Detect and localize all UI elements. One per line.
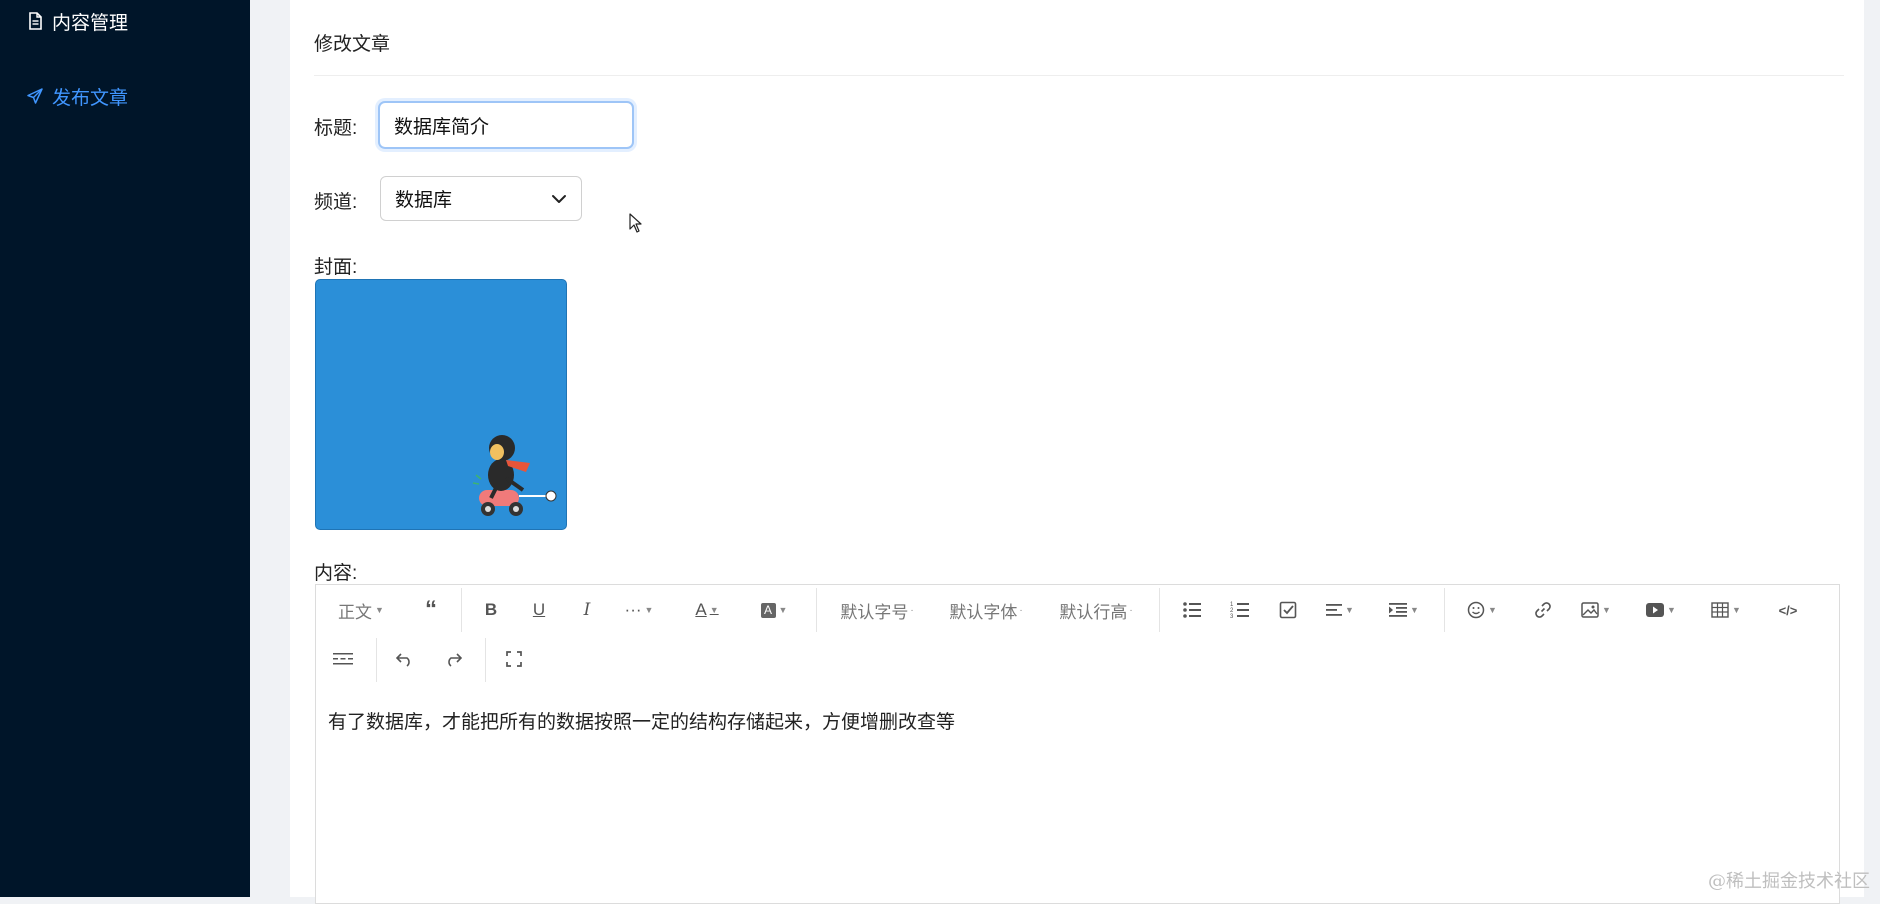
content-label: 内容: xyxy=(314,563,358,584)
cover-label: 封面: xyxy=(314,257,358,278)
font-color-icon[interactable]: A ▼ xyxy=(687,593,727,627)
toolbar-divider xyxy=(376,638,377,682)
code-icon[interactable]: </> xyxy=(1773,593,1803,627)
sidebar-item-publish-article[interactable]: 发布文章 xyxy=(26,81,128,111)
font-family-select[interactable]: 默认字体 · xyxy=(942,593,1030,627)
bulleted-list-icon[interactable] xyxy=(1177,593,1207,627)
chevron-down-icon xyxy=(551,188,567,210)
more-icon[interactable]: ··· ▼ xyxy=(619,593,659,627)
line-height-select[interactable]: 默认行高 · xyxy=(1052,593,1140,627)
todo-checkbox-icon[interactable] xyxy=(1273,593,1303,627)
font-size-select-label: 默认字号 xyxy=(840,602,909,622)
divider-line-icon[interactable] xyxy=(328,642,358,676)
underline-icon[interactable]: U xyxy=(524,593,554,627)
paragraph-select[interactable]: 正文 ▼ xyxy=(336,593,386,627)
bold-icon[interactable]: B xyxy=(476,593,506,627)
send-icon xyxy=(26,87,44,105)
paragraph-select-label: 正文 xyxy=(338,602,373,622)
link-icon[interactable] xyxy=(1528,593,1558,627)
undo-icon[interactable] xyxy=(390,642,420,676)
indent-icon[interactable]: ▼ xyxy=(1384,593,1424,627)
toolbar-divider xyxy=(1159,588,1160,632)
editor-content[interactable]: 有了数据库，才能把所有的数据按照一定的结构存储起来，方便增删改查等 xyxy=(328,707,955,734)
card-title: 修改文章 xyxy=(314,34,391,55)
sidebar: 内容管理 发布文章 xyxy=(0,0,250,897)
image-icon[interactable]: ▼ xyxy=(1576,593,1616,627)
rich-text-editor: 正文 ▼ “ B U I ··· ▼ A ▼ A ▼ 默认字号 · 默认字体 · 默认行高 ·… xyxy=(315,584,1840,904)
svg-text:3: 3 xyxy=(1230,614,1234,619)
title-label: 标题: xyxy=(314,118,358,139)
font-size-select[interactable]: 默认字号 · xyxy=(833,593,921,627)
video-icon[interactable]: ▼ xyxy=(1641,593,1681,627)
sidebar-item-label: 内容管理 xyxy=(52,12,129,34)
align-icon[interactable]: ▼ xyxy=(1320,593,1360,627)
toolbar-divider xyxy=(461,588,462,632)
title-input[interactable] xyxy=(378,101,634,149)
numbered-list-icon[interactable]: 123 xyxy=(1225,593,1255,627)
toolbar-divider xyxy=(485,638,486,682)
watermark: @稀土掘金技术社区 xyxy=(1708,871,1870,892)
background-color-icon[interactable]: A ▼ xyxy=(754,593,794,627)
italic-icon[interactable]: I xyxy=(572,593,602,627)
channel-select[interactable]: 数据库 xyxy=(380,176,582,221)
mouse-cursor-icon xyxy=(629,213,643,238)
channel-label: 频道: xyxy=(314,192,358,213)
caret-down-icon: ▼ xyxy=(375,605,384,615)
sidebar-item-label: 发布文章 xyxy=(52,87,129,109)
file-icon xyxy=(26,12,44,30)
cover-image[interactable] xyxy=(315,279,567,530)
toolbar-divider xyxy=(1444,588,1445,632)
font-family-select-label: 默认字体 xyxy=(949,602,1018,622)
table-icon[interactable]: ▼ xyxy=(1706,593,1746,627)
line-height-select-label: 默认行高 xyxy=(1059,602,1128,622)
redo-icon[interactable] xyxy=(438,642,468,676)
divider xyxy=(314,75,1844,76)
quote-icon[interactable]: “ xyxy=(416,593,446,627)
channel-select-value: 数据库 xyxy=(395,190,453,211)
sidebar-item-content-management[interactable]: 内容管理 xyxy=(26,6,128,36)
fullscreen-icon[interactable] xyxy=(499,642,529,676)
cover-illustration xyxy=(472,435,557,516)
toolbar-divider xyxy=(816,588,817,632)
emoji-icon[interactable]: ▼ xyxy=(1462,593,1502,627)
